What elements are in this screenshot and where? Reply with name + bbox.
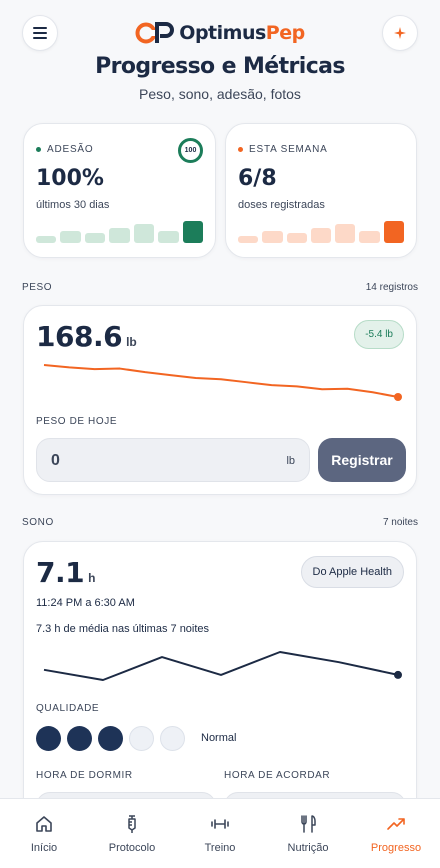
weight-trend-line bbox=[43, 364, 399, 398]
sparkle-button[interactable] bbox=[382, 15, 418, 51]
sleep-hours-value: 7.1 bbox=[36, 556, 85, 589]
tab-label: Treino bbox=[204, 841, 236, 854]
adherence-bar bbox=[182, 221, 203, 243]
adherence-bar bbox=[60, 230, 81, 243]
weight-trend-chart bbox=[43, 364, 402, 401]
todays-weight-label: PESO DE HOJE bbox=[36, 416, 118, 427]
bedtime-label: HORA DE DORMIR bbox=[36, 770, 133, 781]
weight-section-label: PESO bbox=[22, 282, 53, 293]
this-week-bar bbox=[359, 230, 380, 243]
weight-unit: lb bbox=[126, 335, 137, 349]
quality-dot-1[interactable] bbox=[36, 726, 61, 751]
todays-weight-input-unit: lb bbox=[286, 455, 295, 467]
this-week-bar bbox=[238, 236, 259, 243]
sleep-quality-text: Normal bbox=[201, 732, 237, 744]
app-logo: OptimusPep bbox=[135, 21, 305, 45]
page-subtitle: Peso, sono, adesão, fotos bbox=[139, 86, 301, 102]
adherence-score-badge: 100 bbox=[178, 138, 203, 163]
bottom-tab-bar: Início Protocolo Treino Nutrição Progres… bbox=[0, 798, 440, 868]
tab-label: Nutrição bbox=[287, 841, 329, 854]
adherence-bar bbox=[36, 236, 57, 243]
sleep-night-count: 7 noites bbox=[382, 517, 418, 528]
weight-value: 168.6 bbox=[36, 320, 123, 353]
tab-protocolo[interactable]: Protocolo bbox=[88, 799, 176, 868]
sparkle-icon bbox=[394, 27, 406, 39]
quality-dot-4[interactable] bbox=[129, 726, 154, 751]
tab-label: Progresso bbox=[370, 841, 422, 854]
fork-knife-icon bbox=[301, 814, 316, 833]
this-week-bar bbox=[335, 224, 356, 243]
sleep-trend-line bbox=[43, 651, 399, 681]
page-title: Progresso e Métricas bbox=[95, 54, 345, 79]
quality-dot-3[interactable] bbox=[98, 726, 123, 751]
this-week-bar bbox=[262, 230, 283, 243]
sleep-latest-point bbox=[394, 670, 402, 679]
home-icon bbox=[36, 815, 52, 832]
dumbbell-icon bbox=[211, 818, 229, 829]
tab-nutricao[interactable]: Nutrição bbox=[264, 799, 352, 868]
weight-record-count: 14 registros bbox=[365, 282, 418, 293]
adherence-dot bbox=[36, 147, 41, 152]
adherence-subtext: últimos 30 dias bbox=[36, 199, 110, 211]
weight-card: 168.6 lb -5.4 lb PESO DE HOJE 0 lb Regis… bbox=[23, 305, 417, 495]
syringe-icon bbox=[128, 814, 136, 833]
adherence-bar bbox=[133, 224, 155, 243]
tab-treino[interactable]: Treino bbox=[176, 799, 264, 868]
weight-latest-point bbox=[394, 393, 402, 401]
this-week-card[interactable]: ESTA SEMANA 6/8 doses registradas bbox=[225, 123, 417, 258]
tab-label: Protocolo bbox=[108, 841, 156, 854]
sleep-quality-selector[interactable] bbox=[36, 726, 185, 751]
adherence-card[interactable]: ADESÃO 100 100% últimos 30 dias bbox=[23, 123, 216, 258]
sleep-quality-label: QUALIDADE bbox=[36, 703, 100, 714]
todays-weight-input-value: 0 bbox=[51, 452, 60, 469]
quality-dot-5[interactable] bbox=[160, 726, 185, 751]
wake-time-label: HORA DE ACORDAR bbox=[224, 770, 331, 781]
sleep-time-range: 11:24 PM a 6:30 AM bbox=[36, 597, 135, 609]
adherence-label: ADESÃO bbox=[47, 144, 94, 155]
this-week-subtext: doses registradas bbox=[238, 199, 325, 211]
this-week-bar bbox=[286, 233, 307, 243]
todays-weight-input[interactable]: 0 lb bbox=[36, 438, 310, 482]
adherence-bar bbox=[109, 227, 130, 243]
weight-delta-badge: -5.4 lb bbox=[354, 320, 404, 349]
tab-inicio[interactable]: Início bbox=[0, 799, 88, 868]
logo-mark-icon bbox=[135, 22, 175, 44]
register-weight-button[interactable]: Registrar bbox=[318, 438, 406, 482]
sleep-card: 7.1 h Do Apple Health 11:24 PM a 6:30 AM… bbox=[23, 541, 417, 836]
trending-up-icon bbox=[387, 817, 405, 830]
logo-text-pep: Pep bbox=[265, 22, 305, 44]
top-bar: OptimusPep bbox=[22, 14, 418, 52]
this-week-label: ESTA SEMANA bbox=[249, 144, 328, 155]
menu-button[interactable] bbox=[22, 15, 58, 51]
apple-health-source-badge[interactable]: Do Apple Health bbox=[300, 556, 404, 588]
hamburger-menu-icon bbox=[33, 27, 47, 39]
this-week-value: 6/8 bbox=[238, 166, 277, 191]
adherence-bar bbox=[84, 233, 106, 243]
this-week-bar bbox=[383, 221, 404, 243]
sleep-trend-chart bbox=[43, 651, 402, 681]
tab-progresso[interactable]: Progresso bbox=[352, 799, 440, 868]
this-week-dot bbox=[238, 147, 243, 152]
adherence-bar bbox=[158, 230, 179, 243]
sleep-hours-unit: h bbox=[88, 571, 96, 585]
adherence-bars bbox=[36, 221, 203, 243]
sleep-section-label: SONO bbox=[22, 517, 54, 528]
tab-label: Início bbox=[30, 841, 58, 854]
quality-dot-2[interactable] bbox=[67, 726, 92, 751]
adherence-value: 100% bbox=[36, 166, 104, 191]
logo-text-optimus: Optimus bbox=[179, 22, 266, 44]
this-week-bars bbox=[238, 221, 404, 243]
sleep-average-text: 7.3 h de média nas últimas 7 noites bbox=[36, 623, 210, 635]
this-week-bar bbox=[310, 227, 332, 243]
